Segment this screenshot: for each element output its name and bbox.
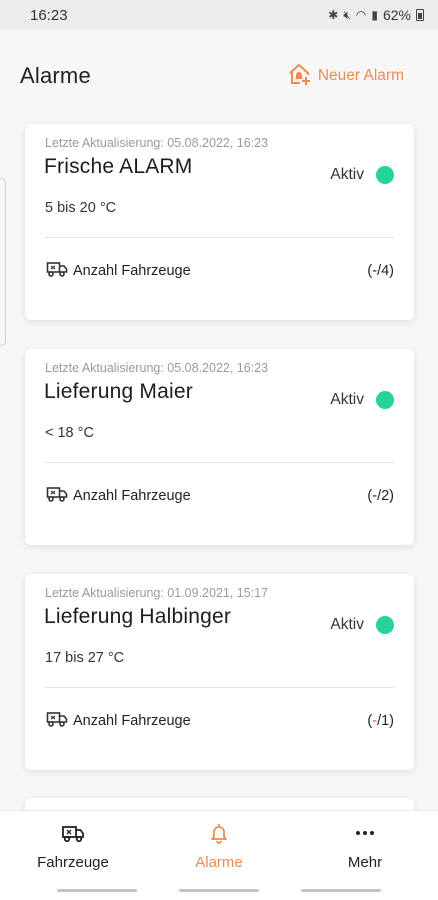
alarm-updated: Letzte Aktualisierung: 01.09.2021, 15:17 — [45, 586, 269, 600]
divider — [45, 687, 394, 688]
alarm-status: Aktiv — [330, 616, 394, 634]
alarm-status-label: Aktiv — [330, 391, 364, 408]
vehicles-label: Anzahl Fahrzeuge — [73, 488, 191, 504]
new-alarm-button[interactable]: Neuer Alarm — [286, 61, 404, 92]
alarm-updated: Letzte Aktualisierung: 05.08.2022, 16:23 — [45, 361, 269, 375]
vehicle-count: (-/1) — [367, 713, 394, 729]
status-time: 16:23 — [30, 6, 68, 24]
header: Alarme Neuer Alarm — [0, 30, 438, 122]
status-dot-icon — [376, 166, 394, 184]
alarm-status-label: Aktiv — [330, 166, 364, 183]
alarm-temperature: 5 bis 20 °C — [45, 200, 117, 216]
alarm-card[interactable]: Letzte Aktualisierung: 01.09.2021, 15:17… — [25, 574, 414, 770]
add-alarm-icon — [286, 61, 312, 92]
status-dot-icon — [376, 616, 394, 634]
system-gesture-bar — [0, 882, 438, 900]
more-dots-icon — [353, 822, 377, 848]
new-alarm-label: Neuer Alarm — [317, 67, 404, 84]
gesture-indicator — [179, 889, 259, 892]
alarm-card[interactable]: Letzte Aktualisierung: 05.08.2022, 16:23… — [25, 349, 414, 545]
status-icons: ✱ 🔇︎ ◠ ▮ 62% — [328, 7, 424, 23]
gesture-indicator — [301, 889, 381, 892]
truck-icon — [46, 485, 68, 507]
alarm-temperature: < 18 °C — [45, 425, 94, 441]
alarm-updated: Letzte Aktualisierung: 05.08.2022, 16:23 — [45, 136, 269, 150]
alarm-name: Lieferung Maier — [44, 380, 193, 403]
status-bar: 16:23 ✱ 🔇︎ ◠ ▮ 62% — [0, 0, 438, 30]
divider — [45, 237, 394, 238]
alarm-vehicles-row: Anzahl Fahrzeuge (-/4) — [46, 260, 394, 282]
signal-icon: ▮ — [371, 8, 378, 22]
alarm-status-label: Aktiv — [330, 616, 364, 633]
alarm-temperature: 17 bis 27 °C — [45, 650, 125, 666]
alarm-status: Aktiv — [330, 166, 394, 184]
vehicle-count: (-/2) — [367, 488, 394, 504]
battery-icon — [416, 9, 424, 21]
truck-icon — [46, 710, 68, 732]
alarm-vehicles-row: Anzahl Fahrzeuge (-/1) — [46, 710, 394, 732]
nav-label-vehicles: Fahrzeuge — [37, 854, 109, 871]
wifi-icon: ◠ — [355, 8, 367, 22]
nav-item-more[interactable]: Mehr — [292, 811, 438, 882]
mute-icon: 🔇︎ — [343, 7, 351, 22]
nav-item-vehicles[interactable]: Fahrzeuge — [0, 811, 146, 882]
gesture-indicator — [57, 889, 137, 892]
alarm-vehicles-row: Anzahl Fahrzeuge (-/2) — [46, 485, 394, 507]
bell-icon — [207, 822, 231, 848]
vehicles-label: Anzahl Fahrzeuge — [73, 263, 191, 279]
nav-label-more: Mehr — [347, 854, 383, 871]
alarm-status: Aktiv — [330, 391, 394, 409]
alarm-name: Lieferung Halbinger — [44, 605, 232, 628]
nav-item-alarms[interactable]: Alarme — [146, 811, 292, 882]
divider — [45, 462, 394, 463]
bottom-navigation: Fahrzeuge Alarme Mehr — [0, 810, 438, 882]
vehicles-label: Anzahl Fahrzeuge — [73, 713, 191, 729]
alarm-name: Frische ALARM — [44, 155, 193, 178]
alarm-card[interactable]: Letzte Aktualisierung: 05.08.2022, 16:23… — [25, 124, 414, 320]
bluetooth-icon: ✱ — [328, 8, 339, 22]
page-title: Alarme — [20, 63, 91, 88]
vehicle-count: (-/4) — [367, 263, 394, 279]
status-dot-icon — [376, 391, 394, 409]
side-panel-handle[interactable] — [0, 178, 6, 346]
truck-icon — [46, 260, 68, 282]
battery-percent: 62% — [382, 7, 411, 23]
nav-label-alarms: Alarme — [195, 854, 243, 871]
truck-icon — [61, 822, 85, 848]
